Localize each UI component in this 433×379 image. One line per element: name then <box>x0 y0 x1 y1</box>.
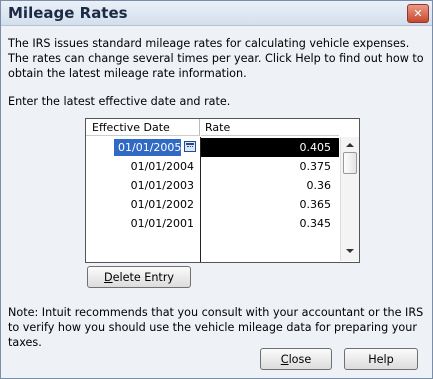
table-row[interactable]: 01/01/2003 0.36 <box>86 176 339 195</box>
table-row[interactable]: 01/01/2001 0.345 <box>86 214 339 233</box>
rate-cell[interactable]: 0.365 <box>201 195 332 214</box>
window-close-button[interactable]: ✕ <box>407 4 429 23</box>
scrollbar-thumb[interactable] <box>343 152 357 174</box>
scroll-up-arrow-icon[interactable] <box>346 143 354 147</box>
column-header-rate[interactable]: Rate <box>201 119 339 136</box>
close-mnemonic: C <box>280 353 289 366</box>
effective-date-cell[interactable]: 01/01/2004 <box>86 157 194 176</box>
vertical-scrollbar[interactable] <box>340 137 359 261</box>
instruction-text: Enter the latest effective date and rate… <box>8 95 231 108</box>
table-row[interactable]: 01/01/2004 0.375 <box>86 157 339 176</box>
rate-cell[interactable]: 0.345 <box>201 214 332 233</box>
help-button[interactable]: Help <box>344 348 418 370</box>
note-text: Note: Intuit recommends that you consult… <box>8 306 424 349</box>
rate-cell[interactable]: 0.405 <box>201 138 332 157</box>
dialog-title: Mileage Rates <box>8 4 128 22</box>
calendar-icon[interactable] <box>184 141 196 152</box>
delete-entry-label: elete Entry <box>112 271 175 284</box>
column-header-effective-date[interactable]: Effective Date <box>86 119 200 136</box>
effective-date-cell[interactable]: 01/01/2001 <box>86 214 194 233</box>
mileage-rates-table: Effective Date Rate 01/01/2005 0.405 01/… <box>85 118 360 263</box>
effective-date-cell[interactable]: 01/01/2003 <box>86 176 194 195</box>
delete-entry-button[interactable]: Delete Entry <box>87 266 191 288</box>
effective-date-cell[interactable]: 01/01/2002 <box>86 195 194 214</box>
scroll-down-arrow-icon[interactable] <box>346 249 354 253</box>
close-button[interactable]: Close <box>260 348 332 370</box>
close-icon: ✕ <box>413 7 423 20</box>
rate-cell[interactable]: 0.36 <box>201 176 332 195</box>
rate-cell[interactable]: 0.375 <box>201 157 332 176</box>
table-row[interactable]: 01/01/2002 0.365 <box>86 195 339 214</box>
mileage-rates-dialog: Mileage Rates ✕ The IRS issues standard … <box>0 0 433 379</box>
description-text: The IRS issues standard mileage rates fo… <box>8 37 424 80</box>
close-label: lose <box>288 353 312 366</box>
effective-date-input[interactable]: 01/01/2005 <box>118 138 181 157</box>
title-bar: Mileage Rates ✕ <box>1 1 432 26</box>
delete-entry-mnemonic: D <box>103 271 113 284</box>
table-row[interactable]: 01/01/2005 0.405 <box>86 138 339 157</box>
